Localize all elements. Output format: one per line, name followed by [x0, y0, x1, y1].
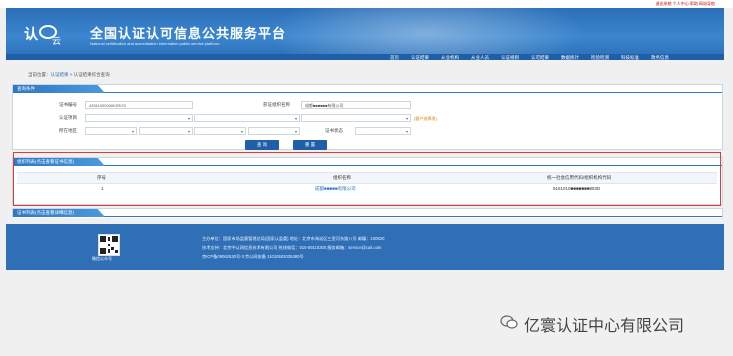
top-utility-bar: 退出系统 个人中心 帮助 网站导航	[0, 0, 733, 8]
main-nav: 首页 认证结果 从业机构 从业人员 认证规则 认可结果 数据统计 检验检测 科技…	[384, 55, 675, 63]
region-select-2[interactable]: ▾	[139, 127, 193, 135]
breadcrumb-prefix: 当前位置：	[28, 72, 51, 77]
nav-institutions[interactable]: 从业机构	[435, 55, 465, 63]
region-select-3[interactable]: ▾	[194, 127, 246, 135]
wechat-icon	[500, 315, 518, 329]
reset-button[interactable]: 重 置	[293, 140, 327, 150]
cert-no-input[interactable]: 4331100000IIIOROS	[85, 101, 193, 109]
watermark-text: 亿寰认证中心有限公司	[524, 318, 685, 335]
nav-standards[interactable]: 科技标准	[615, 55, 645, 63]
platform-subtitle: National certification and accreditation…	[90, 41, 220, 46]
org-name-input[interactable]: 成都■■■■■■有限公司	[301, 101, 411, 109]
chevron-down-icon: ▾	[187, 116, 190, 121]
highlight-box	[13, 152, 721, 206]
top-links[interactable]: 退出系统 个人中心 帮助 网站导航	[656, 1, 715, 7]
footer-line-1: 主办单位：国家市场监督管理总局(国家认监委) 地址：北京市海淀区三里河东路八号 …	[202, 236, 385, 241]
platform-title: 全国认证认可信息公共服务平台	[90, 26, 287, 41]
org-name-label: 获证组织名称	[263, 102, 290, 107]
chevron-down-icon: ▾	[405, 129, 408, 134]
region-select-1[interactable]: ▾	[85, 127, 137, 135]
cert-list-panel: 证书列表(点击查看详细信息)	[12, 208, 723, 218]
footer-line-2: 技术支持：北京中认网信息技术有限公司 热线电话：010-59116300 服务邮…	[202, 245, 382, 250]
nav-home[interactable]: 首页	[384, 55, 405, 63]
svg-text:认: 认	[24, 26, 39, 43]
nav-rules[interactable]: 认证规则	[495, 55, 525, 63]
panel-divider	[13, 92, 722, 93]
chevron-down-icon: ▾	[294, 116, 297, 121]
header-glow	[266, 8, 586, 60]
footer-line-3: 京ICP备09062530号-3 京公网安备 11010502035380号	[202, 254, 304, 259]
chevron-down-icon: ▾	[187, 129, 190, 134]
nav-government[interactable]: 政务信息	[645, 55, 675, 63]
nav-testing[interactable]: 检验检测	[585, 55, 615, 63]
query-panel-title: 查询条件	[13, 85, 105, 93]
svg-text:云: 云	[52, 36, 61, 46]
project-select-2[interactable]: ▾	[194, 114, 300, 122]
nav-accreditation[interactable]: 认可结果	[525, 55, 555, 63]
platform-logo-icon: 认 云	[24, 25, 61, 46]
cert-no-label: 证书编号	[59, 102, 77, 107]
nav-statistics[interactable]: 数据统计	[555, 55, 585, 63]
panel-divider	[13, 216, 722, 217]
chevron-down-icon: ▾	[131, 129, 134, 134]
chevron-down-icon: ▾	[294, 129, 297, 134]
chevron-down-icon: ▾	[405, 116, 408, 121]
qr-caption: 微信公众号	[92, 256, 112, 261]
query-panel: 查询条件 证书编号 4331100000IIIOROS 获证组织名称 成都■■■…	[12, 84, 723, 150]
project-select-1[interactable]: ▾	[85, 114, 193, 122]
status-select[interactable]: ▾	[355, 127, 411, 135]
project-label: 认证项目	[59, 115, 77, 120]
site-footer: 微信公众号 主办单位：国家市场监督管理总局(国家认监委) 地址：北京市海淀区三里…	[6, 224, 724, 270]
project-select-3[interactable]: ▾	[301, 114, 411, 122]
qr-code-icon	[98, 234, 120, 256]
chevron-down-icon: ▾	[240, 129, 243, 134]
site-header: 认 云 全国认证认可信息公共服务平台 National certificatio…	[6, 8, 724, 60]
status-label: 证书状态	[325, 128, 343, 133]
nav-personnel[interactable]: 从业人员	[465, 55, 495, 63]
breadcrumb: 当前位置：认证结果 > 认证结果综合查询	[28, 72, 110, 78]
region-select-4[interactable]: ▾	[248, 127, 300, 135]
breadcrumb-link[interactable]: 认证结果	[51, 72, 69, 77]
project-hint: (客户选择项)	[414, 116, 437, 121]
region-label: 所在地区	[59, 128, 77, 133]
breadcrumb-current: 认证结果综合查询	[73, 72, 110, 77]
nav-cert-results[interactable]: 认证结果	[405, 55, 435, 63]
cert-panel-title: 证书列表(点击查看详细信息)	[13, 209, 105, 217]
query-button[interactable]: 查 询	[245, 140, 279, 150]
